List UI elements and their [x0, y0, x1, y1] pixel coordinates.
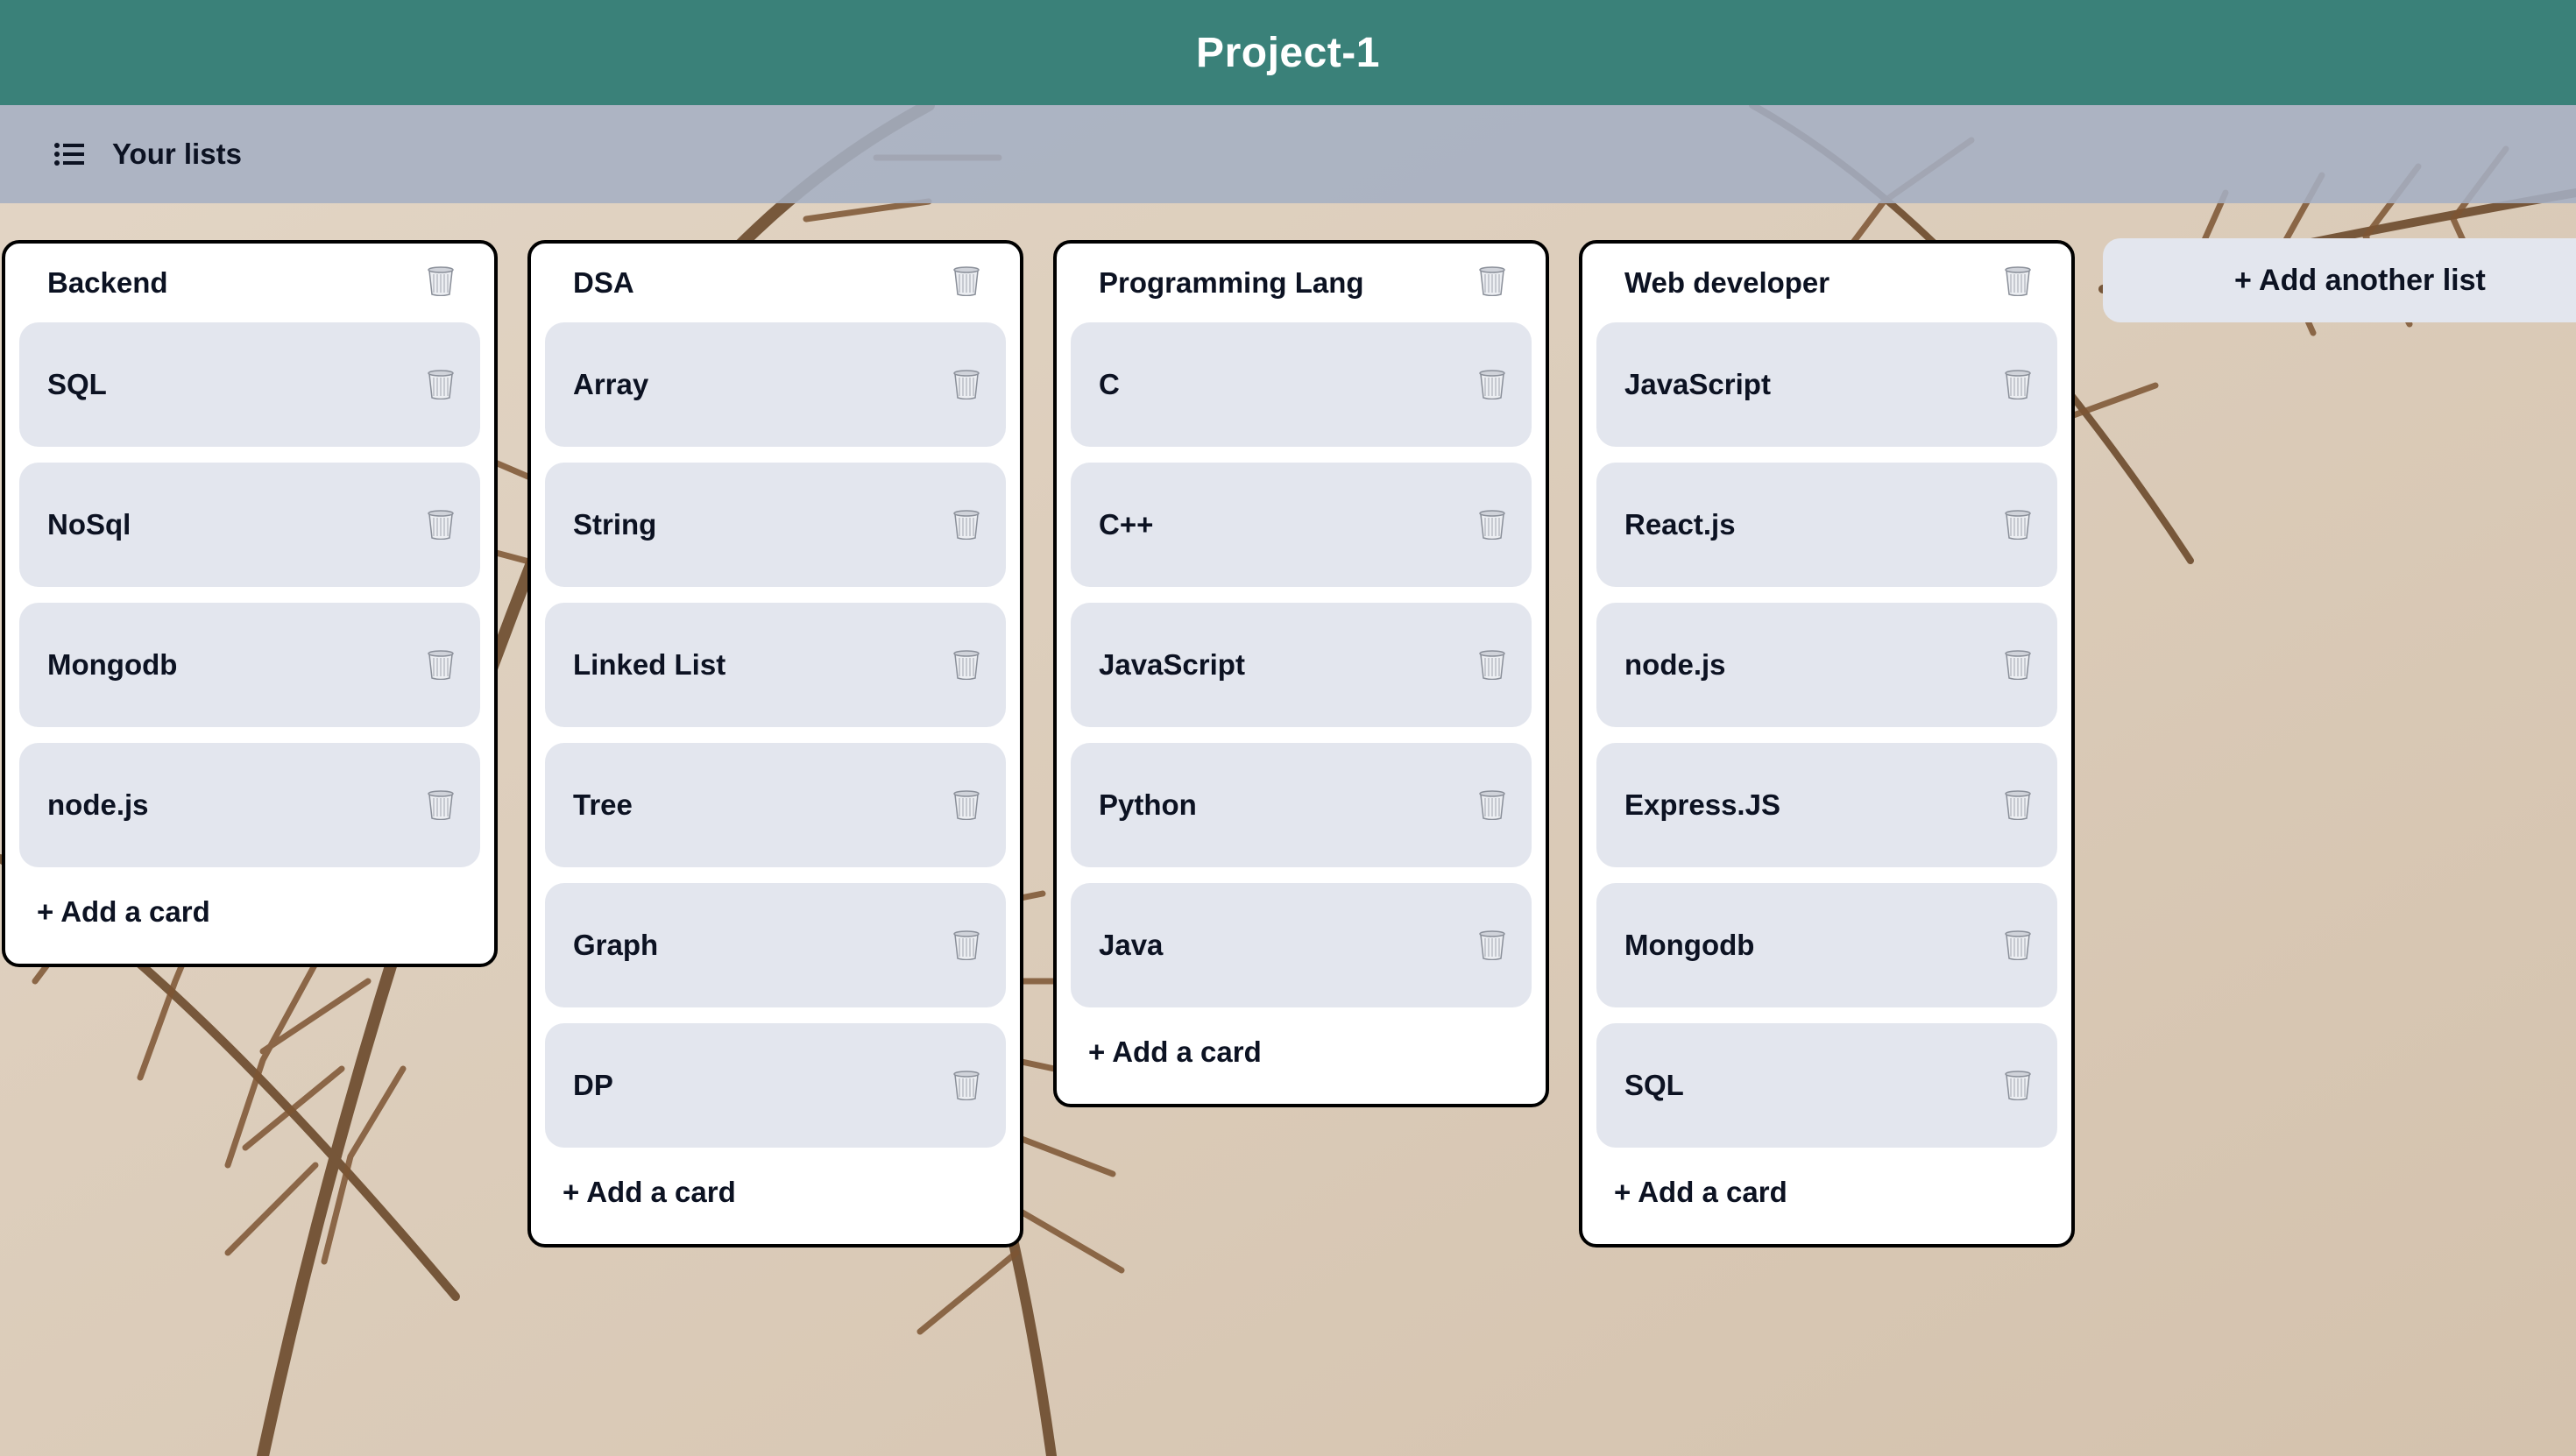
delete-list-trash-icon[interactable] — [428, 266, 454, 296]
add-card-label: + Add a card — [1088, 1035, 1262, 1068]
card-label: String — [573, 508, 657, 541]
list-column: Programming Lang C C++ JavaScript Python Java… — [1053, 240, 1549, 1107]
card[interactable]: Express.JS — [1596, 743, 2057, 867]
card[interactable]: JavaScript — [1071, 603, 1532, 727]
card-label: JavaScript — [1099, 648, 1245, 681]
card-label: NoSql — [47, 508, 131, 541]
delete-card-trash-icon[interactable] — [428, 510, 454, 540]
card[interactable]: NoSql — [19, 463, 480, 587]
delete-card-trash-icon[interactable] — [2005, 650, 2031, 680]
add-card-button[interactable]: + Add a card — [1582, 1160, 2071, 1244]
card[interactable]: Array — [545, 322, 1006, 447]
card[interactable]: SQL — [19, 322, 480, 447]
delete-list-trash-icon[interactable] — [2005, 266, 2031, 296]
card-label: React.js — [1624, 508, 1736, 541]
delete-list-trash-icon[interactable] — [953, 266, 980, 296]
add-card-button[interactable]: + Add a card — [5, 880, 494, 964]
add-another-list-button[interactable]: + Add another list — [2103, 238, 2576, 322]
list-title[interactable]: Web developer — [1624, 266, 1829, 300]
card[interactable]: C++ — [1071, 463, 1532, 587]
delete-card-trash-icon[interactable] — [428, 790, 454, 820]
card[interactable]: node.js — [19, 743, 480, 867]
list-title[interactable]: DSA — [573, 266, 634, 300]
your-lists-button[interactable]: Your lists — [54, 138, 242, 171]
card[interactable]: Mongodb — [19, 603, 480, 727]
toolbar: Your lists — [0, 105, 2576, 203]
delete-card-trash-icon[interactable] — [1479, 650, 1505, 680]
list-column: Web developer JavaScript React.js node.js Ex… — [1579, 240, 2075, 1247]
card-label: Tree — [573, 788, 633, 821]
list-title[interactable]: Backend — [47, 266, 168, 300]
card[interactable]: React.js — [1596, 463, 2057, 587]
card-label: Linked List — [573, 648, 726, 681]
card-label: Python — [1099, 788, 1197, 821]
delete-card-trash-icon[interactable] — [953, 370, 980, 399]
app-header: Project-1 — [0, 0, 2576, 105]
card[interactable]: DP — [545, 1023, 1006, 1148]
delete-card-trash-icon[interactable] — [428, 370, 454, 399]
delete-card-trash-icon[interactable] — [428, 650, 454, 680]
delete-card-trash-icon[interactable] — [1479, 790, 1505, 820]
add-card-label: + Add a card — [563, 1176, 736, 1208]
card-label: Array — [573, 368, 649, 400]
card-label: JavaScript — [1624, 368, 1771, 400]
card[interactable]: Linked List — [545, 603, 1006, 727]
card-label: Graph — [573, 929, 659, 961]
delete-card-trash-icon[interactable] — [2005, 370, 2031, 399]
card[interactable]: Tree — [545, 743, 1006, 867]
delete-list-trash-icon[interactable] — [1479, 266, 1505, 296]
add-card-button[interactable]: + Add a card — [531, 1160, 1020, 1244]
list-icon — [54, 143, 84, 166]
list-title[interactable]: Programming Lang — [1099, 266, 1364, 300]
card-label: node.js — [1624, 648, 1726, 681]
card-label: Express.JS — [1624, 788, 1780, 821]
add-card-button[interactable]: + Add a card — [1057, 1020, 1546, 1104]
list-header: Backend — [5, 244, 494, 322]
card-label: Mongodb — [47, 648, 178, 681]
card-label: C++ — [1099, 508, 1154, 541]
delete-card-trash-icon[interactable] — [953, 1071, 980, 1100]
card[interactable]: Graph — [545, 883, 1006, 1007]
delete-card-trash-icon[interactable] — [1479, 370, 1505, 399]
card-label: node.js — [47, 788, 149, 821]
delete-card-trash-icon[interactable] — [953, 930, 980, 960]
delete-card-trash-icon[interactable] — [2005, 930, 2031, 960]
card-label: SQL — [47, 368, 107, 400]
your-lists-label: Your lists — [112, 138, 242, 170]
delete-card-trash-icon[interactable] — [2005, 510, 2031, 540]
card[interactable]: Java — [1071, 883, 1532, 1007]
card-label: DP — [573, 1069, 613, 1101]
list-column: DSA Array String Linked List Tree Graph DP + Ad… — [527, 240, 1023, 1247]
list-column: Backend SQL NoSql Mongodb node.js + Add a car… — [2, 240, 498, 967]
card-label: SQL — [1624, 1069, 1684, 1101]
delete-card-trash-icon[interactable] — [2005, 790, 2031, 820]
card[interactable]: JavaScript — [1596, 322, 2057, 447]
delete-card-trash-icon[interactable] — [953, 790, 980, 820]
list-header: Programming Lang — [1057, 244, 1546, 322]
list-header: Web developer — [1582, 244, 2071, 322]
add-list-label: + Add another list — [2234, 263, 2486, 297]
board-title: Project-1 — [1196, 29, 1380, 76]
card-label: Mongodb — [1624, 929, 1755, 961]
delete-card-trash-icon[interactable] — [2005, 1071, 2031, 1100]
card[interactable]: node.js — [1596, 603, 2057, 727]
add-card-label: + Add a card — [37, 895, 210, 928]
delete-card-trash-icon[interactable] — [1479, 510, 1505, 540]
card[interactable]: SQL — [1596, 1023, 2057, 1148]
delete-card-trash-icon[interactable] — [953, 510, 980, 540]
delete-card-trash-icon[interactable] — [953, 650, 980, 680]
add-card-label: + Add a card — [1614, 1176, 1787, 1208]
card-label: C — [1099, 368, 1120, 400]
card[interactable]: Python — [1071, 743, 1532, 867]
list-header: DSA — [531, 244, 1020, 322]
card[interactable]: String — [545, 463, 1006, 587]
card[interactable]: Mongodb — [1596, 883, 2057, 1007]
delete-card-trash-icon[interactable] — [1479, 930, 1505, 960]
card[interactable]: C — [1071, 322, 1532, 447]
card-label: Java — [1099, 929, 1164, 961]
